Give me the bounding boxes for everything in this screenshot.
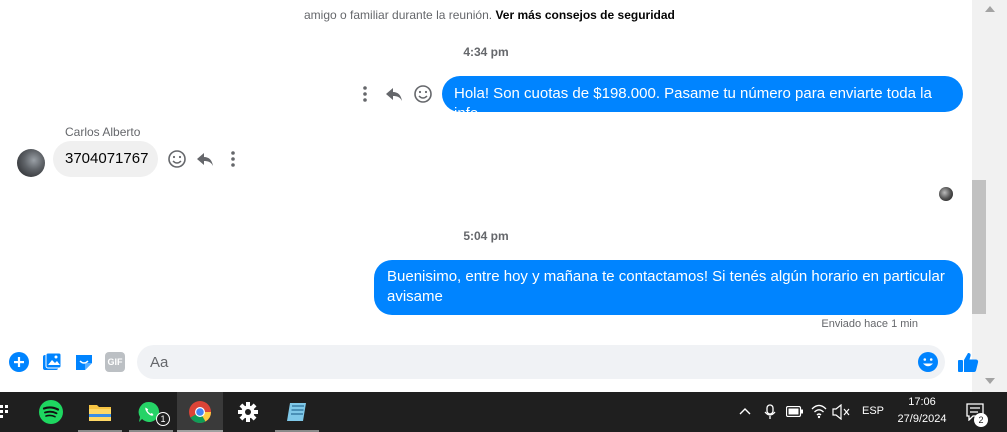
seen-avatar-icon xyxy=(939,187,953,201)
react-emoji-icon[interactable] xyxy=(167,149,187,169)
scrollbar[interactable] xyxy=(972,0,1007,392)
scroll-up-arrow-icon[interactable] xyxy=(985,6,995,12)
message-text-line: avisame xyxy=(387,288,443,305)
sticker-icon[interactable] xyxy=(74,352,94,372)
gear-icon xyxy=(238,402,258,422)
incoming-message-bubble[interactable]: 3704071767 xyxy=(53,141,158,177)
taskbar-spotify[interactable] xyxy=(30,392,74,432)
react-emoji-icon[interactable] xyxy=(413,84,433,104)
taskbar-notepad[interactable] xyxy=(275,392,319,432)
more-options-icon[interactable] xyxy=(358,84,372,104)
folder-icon xyxy=(89,405,111,421)
outgoing-message-bubble[interactable]: Buenisimo, entre hoy y mañana te contact… xyxy=(374,260,963,315)
wifi-icon[interactable] xyxy=(811,403,827,419)
notepad-icon xyxy=(287,403,306,421)
taskbar-settings[interactable] xyxy=(226,392,270,432)
reply-icon[interactable] xyxy=(384,84,404,104)
taskbar-chrome[interactable] xyxy=(177,392,223,432)
timestamp-divider: 4:34 pm xyxy=(463,45,509,59)
chrome-icon xyxy=(189,401,211,423)
message-text-line: Buenisimo, entre hoy y mañana te contact… xyxy=(387,268,945,285)
message-composer: GIF Aa xyxy=(0,340,990,384)
language-indicator[interactable]: ESP xyxy=(862,405,884,417)
chat-window: amigo o familiar durante la reunión. Ver… xyxy=(0,0,972,392)
message-input-placeholder: Aa xyxy=(150,354,169,371)
add-icon[interactable] xyxy=(9,352,29,372)
more-options-icon[interactable] xyxy=(226,149,240,169)
whatsapp-badge: 1 xyxy=(156,412,170,426)
chevron-up-icon[interactable] xyxy=(739,407,751,415)
avatar[interactable] xyxy=(17,149,45,177)
microphone-icon[interactable] xyxy=(764,404,776,420)
emoji-icon[interactable] xyxy=(918,352,938,372)
spotify-icon xyxy=(39,400,63,424)
security-notice-text: amigo o familiar durante la reunión. xyxy=(304,8,493,22)
like-icon[interactable] xyxy=(957,351,979,373)
task-view-icon[interactable] xyxy=(0,405,8,419)
clock-date[interactable]: 27/9/2024 xyxy=(892,413,952,425)
message-input[interactable]: Aa xyxy=(137,345,945,379)
security-notice: amigo o familiar durante la reunión. Ver… xyxy=(304,8,675,22)
volume-muted-icon[interactable] xyxy=(832,404,850,420)
taskbar: 1 ESP 17:06 27/9/2024 2 xyxy=(0,392,1007,432)
security-tips-link[interactable]: Ver más consejos de seguridad xyxy=(495,8,674,22)
sender-name: Carlos Alberto xyxy=(65,125,141,139)
photo-icon[interactable] xyxy=(42,352,62,372)
scrollbar-thumb[interactable] xyxy=(972,180,986,314)
reply-icon[interactable] xyxy=(195,149,215,169)
message-text: Hola! Son cuotas de $198.000. Pasame tu … xyxy=(454,85,932,122)
delivery-status: Enviado hace 1 min xyxy=(821,318,918,330)
message-text: 3704071767 xyxy=(65,150,149,167)
outgoing-message-bubble[interactable]: Hola! Son cuotas de $198.000. Pasame tu … xyxy=(442,76,963,122)
notifications-badge: 2 xyxy=(974,413,988,427)
taskbar-file-explorer[interactable] xyxy=(78,392,122,432)
timestamp-divider: 5:04 pm xyxy=(463,229,509,243)
battery-icon[interactable] xyxy=(786,406,804,417)
taskbar-whatsapp[interactable]: 1 xyxy=(129,392,173,432)
clock-time[interactable]: 17:06 xyxy=(896,396,948,408)
gif-button[interactable]: GIF xyxy=(105,352,125,372)
